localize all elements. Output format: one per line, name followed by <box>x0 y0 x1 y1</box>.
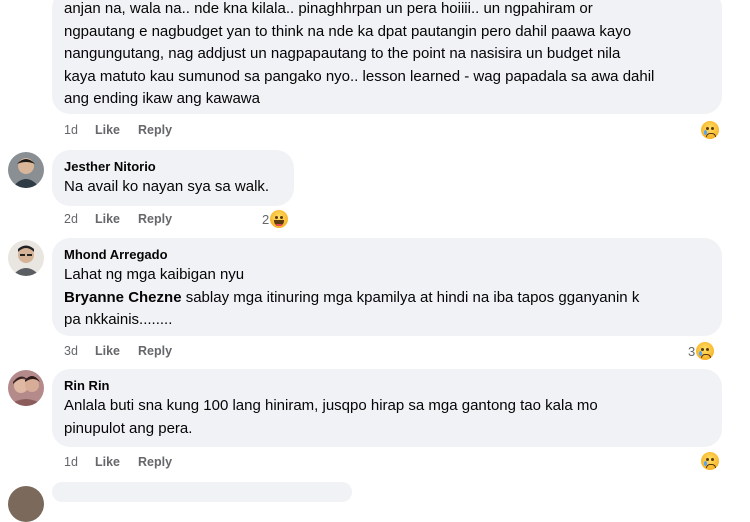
mention-link[interactable]: Bryanne Chezne <box>64 289 182 306</box>
comment-timestamp[interactable]: 1d <box>64 455 95 469</box>
comment-bubble: Rin Rin Anlala buti sna kung 100 lang hi… <box>52 369 722 447</box>
comment-author[interactable]: Mhond Arregado <box>64 246 710 264</box>
comment-line: nangungutang, nag addjust un nagpapautan… <box>64 45 621 62</box>
comment-line: pinupulot ang pera. <box>64 419 193 437</box>
comment-line: anjan na, wala na.. nde kna kilala.. pin… <box>64 0 593 17</box>
avatar-image <box>8 152 44 188</box>
avatar[interactable] <box>8 486 44 522</box>
comment-bubble: Mhond Arregado Lahat ng mga kaibigan nyu… <box>52 238 722 336</box>
sad-emoji-icon <box>696 342 715 360</box>
comment-line: ang ending ikaw ang kawawa <box>64 90 260 107</box>
comment-line: kaya matuto kau sumunod sa pangako nyo..… <box>64 67 655 85</box>
avatar[interactable] <box>8 152 44 188</box>
comment-text: Na avail ko nayan sya sa walk. <box>64 178 270 195</box>
comment-line: Anlala buti sna kung 100 lang hiniram, j… <box>64 397 598 414</box>
comment-text: anjan na, wala na.. nde kna kilala.. pin… <box>64 0 710 111</box>
avatar[interactable] <box>8 240 44 276</box>
comment-line: Bryanne Chezne sablay mga itinuring mga … <box>64 287 710 310</box>
like-button[interactable]: Like <box>95 344 138 358</box>
reaction-summary[interactable]: 2 <box>262 210 289 228</box>
reaction-summary[interactable]: 3 <box>688 342 715 360</box>
comment-text: Lahat ng mga kaibigan nyu Bryanne Chezne… <box>64 264 710 332</box>
reaction-summary[interactable] <box>700 121 719 139</box>
comment-bubble <box>52 482 352 502</box>
reaction-count: 2 <box>262 211 270 227</box>
comment-line: pa nkkainis........ <box>64 311 173 328</box>
reaction-count: 3 <box>688 343 696 359</box>
comment-timestamp[interactable]: 2d <box>64 212 95 226</box>
sad-emoji-icon <box>701 121 719 139</box>
sad-emoji-icon <box>701 452 719 470</box>
comment-author[interactable]: Rin Rin <box>64 377 710 395</box>
comment-text-segment: sablay mga itinuring mga kpamilya at hin… <box>181 288 640 306</box>
like-button[interactable]: Like <box>95 212 138 226</box>
comment-timestamp[interactable]: 1d <box>64 123 95 137</box>
reply-button[interactable]: Reply <box>138 344 172 358</box>
like-button[interactable]: Like <box>95 123 138 137</box>
reply-button[interactable]: Reply <box>138 123 172 137</box>
comment-timestamp[interactable]: 3d <box>64 344 95 358</box>
avatar-image <box>8 240 44 276</box>
like-button[interactable]: Like <box>95 455 138 469</box>
reply-button[interactable]: Reply <box>138 212 172 226</box>
comment-actions: 3d Like Reply <box>64 344 172 358</box>
comment-actions: 1d Like Reply <box>64 123 172 137</box>
reaction-summary[interactable] <box>700 452 719 470</box>
avatar-image <box>8 370 44 406</box>
comment-bubble: Jesther Nitorio Na avail ko nayan sya sa… <box>52 150 294 206</box>
comment-author[interactable]: Jesther Nitorio <box>64 158 282 176</box>
comment-line: Lahat ng mga kaibigan nyu <box>64 266 245 283</box>
comment-actions: 2d Like Reply <box>64 212 172 226</box>
comment-line: ngpautang e nagbudget yan to think na nd… <box>64 22 632 40</box>
comment-actions: 1d Like Reply <box>64 455 172 469</box>
comment-bubble: anjan na, wala na.. nde kna kilala.. pin… <box>52 0 722 114</box>
reply-button[interactable]: Reply <box>138 455 172 469</box>
comment-text: Anlala buti sna kung 100 lang hiniram, j… <box>64 395 710 440</box>
avatar[interactable] <box>8 370 44 406</box>
haha-emoji-icon <box>270 210 289 228</box>
